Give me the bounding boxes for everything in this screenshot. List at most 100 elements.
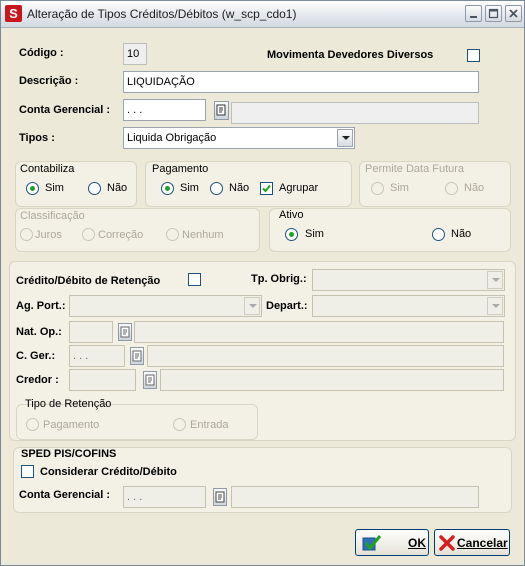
credito-retencao-label: Crédito/Débito de Retenção [16, 275, 161, 287]
cancel-button-label: Cancelar [457, 536, 508, 550]
nat-op-desc [134, 321, 504, 343]
chevron-down-icon [249, 304, 257, 308]
window-title: Alteração de Tipos Créditos/Débitos (w_s… [27, 7, 297, 21]
sped-conta-input[interactable]: . . . [123, 486, 206, 508]
c-ger-input[interactable]: . . . [69, 345, 125, 367]
checkmark-icon [362, 535, 382, 551]
codigo-label: Código : [19, 47, 64, 59]
sped-conta-desc [231, 486, 479, 508]
tipos-label: Tipos : [19, 132, 55, 144]
ag-port-dropdown-button[interactable] [244, 297, 260, 315]
depart-label: Depart.: [266, 300, 308, 312]
lookup-icon [145, 374, 155, 386]
dialog-window: S Alteração de Tipos Créditos/Débitos (w… [0, 0, 525, 566]
close-icon [509, 9, 518, 18]
conta-lookup-button[interactable] [214, 101, 229, 120]
nat-op-label: Nat. Op.: [16, 326, 62, 338]
juros-radio[interactable] [20, 228, 33, 241]
contabiliza-nao-label: Não [107, 182, 128, 194]
ag-port-select[interactable] [69, 295, 262, 317]
contabiliza-title: Contabiliza [20, 163, 75, 175]
classificacao-title: Classificação [20, 210, 85, 222]
lookup-icon [120, 326, 130, 338]
app-logo-icon[interactable]: S [5, 5, 22, 22]
tp-obrig-label: Tp. Obrig.: [251, 273, 307, 285]
chevron-down-icon [342, 136, 350, 140]
ok-button-label: OK [408, 536, 426, 550]
correcao-radio[interactable] [82, 228, 95, 241]
correcao-label: Correção [98, 229, 144, 241]
conta-gerencial-desc [231, 102, 479, 124]
minimize-icon [470, 16, 477, 18]
tipo-retencao-title: Tipo de Retenção [25, 398, 112, 410]
descricao-label: Descrição : [19, 75, 79, 87]
lookup-icon [132, 350, 142, 362]
codigo-field[interactable]: 10 [123, 43, 147, 65]
permite-sim-radio[interactable] [371, 182, 384, 195]
permite-nao-radio[interactable] [445, 182, 458, 195]
lookup-icon [216, 104, 226, 116]
movimenta-checkbox[interactable] [467, 49, 480, 62]
pagamento-title: Pagamento [152, 163, 209, 175]
title-bar[interactable]: S Alteração de Tipos Créditos/Débitos (w… [1, 1, 524, 28]
permite-nao-label: Não [464, 182, 485, 194]
juros-label: Juros [35, 229, 62, 241]
pagamento-nao-label: Não [229, 182, 250, 194]
ativo-sim-radio[interactable] [285, 228, 298, 241]
depart-select[interactable] [312, 295, 505, 317]
sped-conta-label: Conta Gerencial : [19, 489, 111, 501]
permite-sim-label: Sim [390, 182, 409, 194]
tipos-select[interactable]: Liquida Obrigação [123, 127, 355, 149]
tp-obrig-select[interactable] [312, 269, 505, 291]
nenhum-radio[interactable] [166, 228, 179, 241]
ag-port-label: Ag. Port.: [16, 300, 66, 312]
depart-dropdown-button[interactable] [487, 297, 503, 315]
retencao-entrada-radio[interactable] [173, 418, 186, 431]
cancel-x-icon [439, 535, 455, 551]
lookup-icon [215, 491, 225, 503]
tipos-selected-value: Liquida Obrigação [127, 132, 217, 144]
agrupar-checkbox[interactable] [260, 182, 273, 195]
minimize-button[interactable] [465, 5, 482, 22]
chevron-down-icon [492, 278, 500, 282]
sped-conta-lookup-button[interactable] [213, 488, 227, 506]
descricao-input[interactable]: LIQUIDAÇÃO [123, 71, 479, 93]
ativo-sim-label: Sim [305, 228, 324, 240]
chevron-down-icon [492, 304, 500, 308]
credor-lookup-button[interactable] [143, 371, 157, 389]
ativo-title: Ativo [279, 209, 304, 221]
ativo-nao-radio[interactable] [432, 228, 445, 241]
c-ger-desc [147, 345, 504, 367]
contabiliza-sim-label: Sim [45, 182, 64, 194]
pagamento-sim-label: Sim [180, 182, 199, 194]
credor-desc [160, 369, 504, 391]
retencao-pagamento-label: Pagamento [43, 419, 100, 431]
nat-op-lookup-button[interactable] [118, 323, 132, 341]
nat-op-input[interactable] [69, 321, 113, 343]
c-ger-lookup-button[interactable] [130, 347, 144, 365]
permite-title: Permite Data Futura [365, 163, 465, 175]
c-ger-label: C. Ger.: [16, 350, 56, 362]
credor-label: Credor : [16, 374, 59, 386]
pagamento-sim-radio[interactable] [161, 182, 174, 195]
maximize-icon [488, 8, 499, 19]
close-button[interactable] [505, 5, 522, 22]
ativo-nao-label: Não [451, 228, 472, 240]
considerar-checkbox[interactable] [21, 465, 34, 478]
ok-button[interactable]: OK [355, 529, 429, 556]
contabiliza-nao-radio[interactable] [88, 182, 101, 195]
tipos-dropdown-button[interactable] [337, 129, 353, 147]
retencao-entrada-label: Entrada [190, 419, 229, 431]
credor-input[interactable] [69, 369, 136, 391]
maximize-button[interactable] [485, 5, 502, 22]
agrupar-label: Agrupar [279, 182, 319, 194]
movimenta-label: Movimenta Devedores Diversos [267, 49, 434, 61]
tp-obrig-dropdown-button[interactable] [487, 271, 503, 289]
pagamento-nao-radio[interactable] [210, 182, 223, 195]
retencao-pagamento-radio[interactable] [26, 418, 39, 431]
considerar-label: Considerar Crédito/Débito [40, 466, 177, 478]
contabiliza-sim-radio[interactable] [26, 182, 39, 195]
conta-gerencial-input[interactable]: . . . [123, 99, 206, 121]
cancel-button[interactable]: Cancelar [434, 529, 510, 556]
credito-retencao-checkbox[interactable] [188, 273, 201, 286]
